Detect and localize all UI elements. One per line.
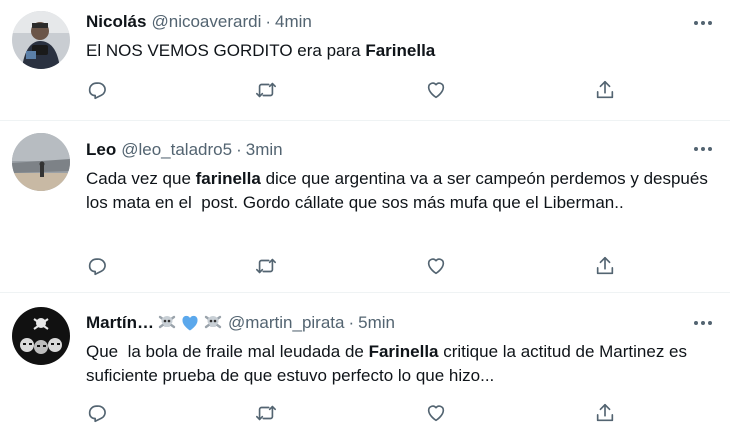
timestamp[interactable]: 4min	[275, 12, 312, 32]
tweet-text: Que la bola de fraile mal leudada de Far…	[86, 340, 714, 388]
separator-dot: ·	[265, 12, 272, 31]
reply-icon[interactable]	[86, 402, 108, 424]
tweet-text: El NOS VEMOS GORDITO era para Farinella	[86, 39, 714, 63]
tweet-text-part: El NOS VEMOS GORDITO era para	[86, 41, 366, 60]
tweet-text-part: Que la bola de fraile mal leudada de	[86, 342, 369, 361]
action-bar	[86, 79, 616, 101]
highlighted-term: farinella	[195, 169, 261, 188]
reply-icon[interactable]	[86, 79, 108, 101]
blue-heart-icon	[180, 313, 200, 333]
avatar[interactable]	[12, 133, 70, 191]
timestamp[interactable]: 5min	[358, 313, 395, 333]
separator-dot: ·	[236, 140, 242, 159]
retweet-icon[interactable]	[255, 255, 277, 277]
user-handle[interactable]: @leo_taladro5	[121, 140, 232, 160]
user-handle[interactable]: @martin_pirata	[228, 313, 344, 333]
share-icon[interactable]	[594, 79, 616, 101]
display-name[interactable]: Martín…	[86, 313, 154, 333]
like-icon[interactable]	[425, 255, 447, 277]
tweet[interactable]: Martín… @martin_pirata · 5min Que la bol…	[0, 293, 730, 442]
more-options-icon[interactable]	[692, 312, 714, 334]
highlighted-term: Farinella	[368, 342, 439, 361]
tweet[interactable]: Nicolás @nicoaverardi · 4min El NOS VEMO…	[0, 0, 730, 121]
avatar[interactable]	[12, 307, 70, 365]
skull-crossbones-icon	[157, 313, 177, 333]
avatar[interactable]	[12, 11, 70, 69]
tweet[interactable]: Leo @leo_taladro5 · 3min Cada vez que fa…	[0, 121, 730, 293]
tweet-text: Cada vez que farinella dice que argentin…	[86, 167, 714, 215]
display-name[interactable]: Nicolás	[86, 12, 146, 32]
share-icon[interactable]	[594, 255, 616, 277]
action-bar	[86, 402, 616, 424]
timestamp[interactable]: 3min	[246, 140, 283, 160]
more-options-icon[interactable]	[692, 138, 714, 160]
skull-crossbones-icon	[203, 313, 223, 333]
reply-icon[interactable]	[86, 255, 108, 277]
retweet-icon[interactable]	[255, 402, 277, 424]
action-bar	[86, 255, 616, 277]
user-handle[interactable]: @nicoaverardi	[151, 12, 261, 32]
separator-dot: ·	[348, 313, 355, 332]
like-icon[interactable]	[425, 79, 447, 101]
more-options-icon[interactable]	[692, 12, 714, 34]
retweet-icon[interactable]	[255, 79, 277, 101]
tweet-text-part: Cada vez que	[86, 169, 196, 188]
display-name[interactable]: Leo	[86, 140, 116, 160]
highlighted-term: Farinella	[365, 41, 436, 60]
share-icon[interactable]	[594, 402, 616, 424]
like-icon[interactable]	[425, 402, 447, 424]
